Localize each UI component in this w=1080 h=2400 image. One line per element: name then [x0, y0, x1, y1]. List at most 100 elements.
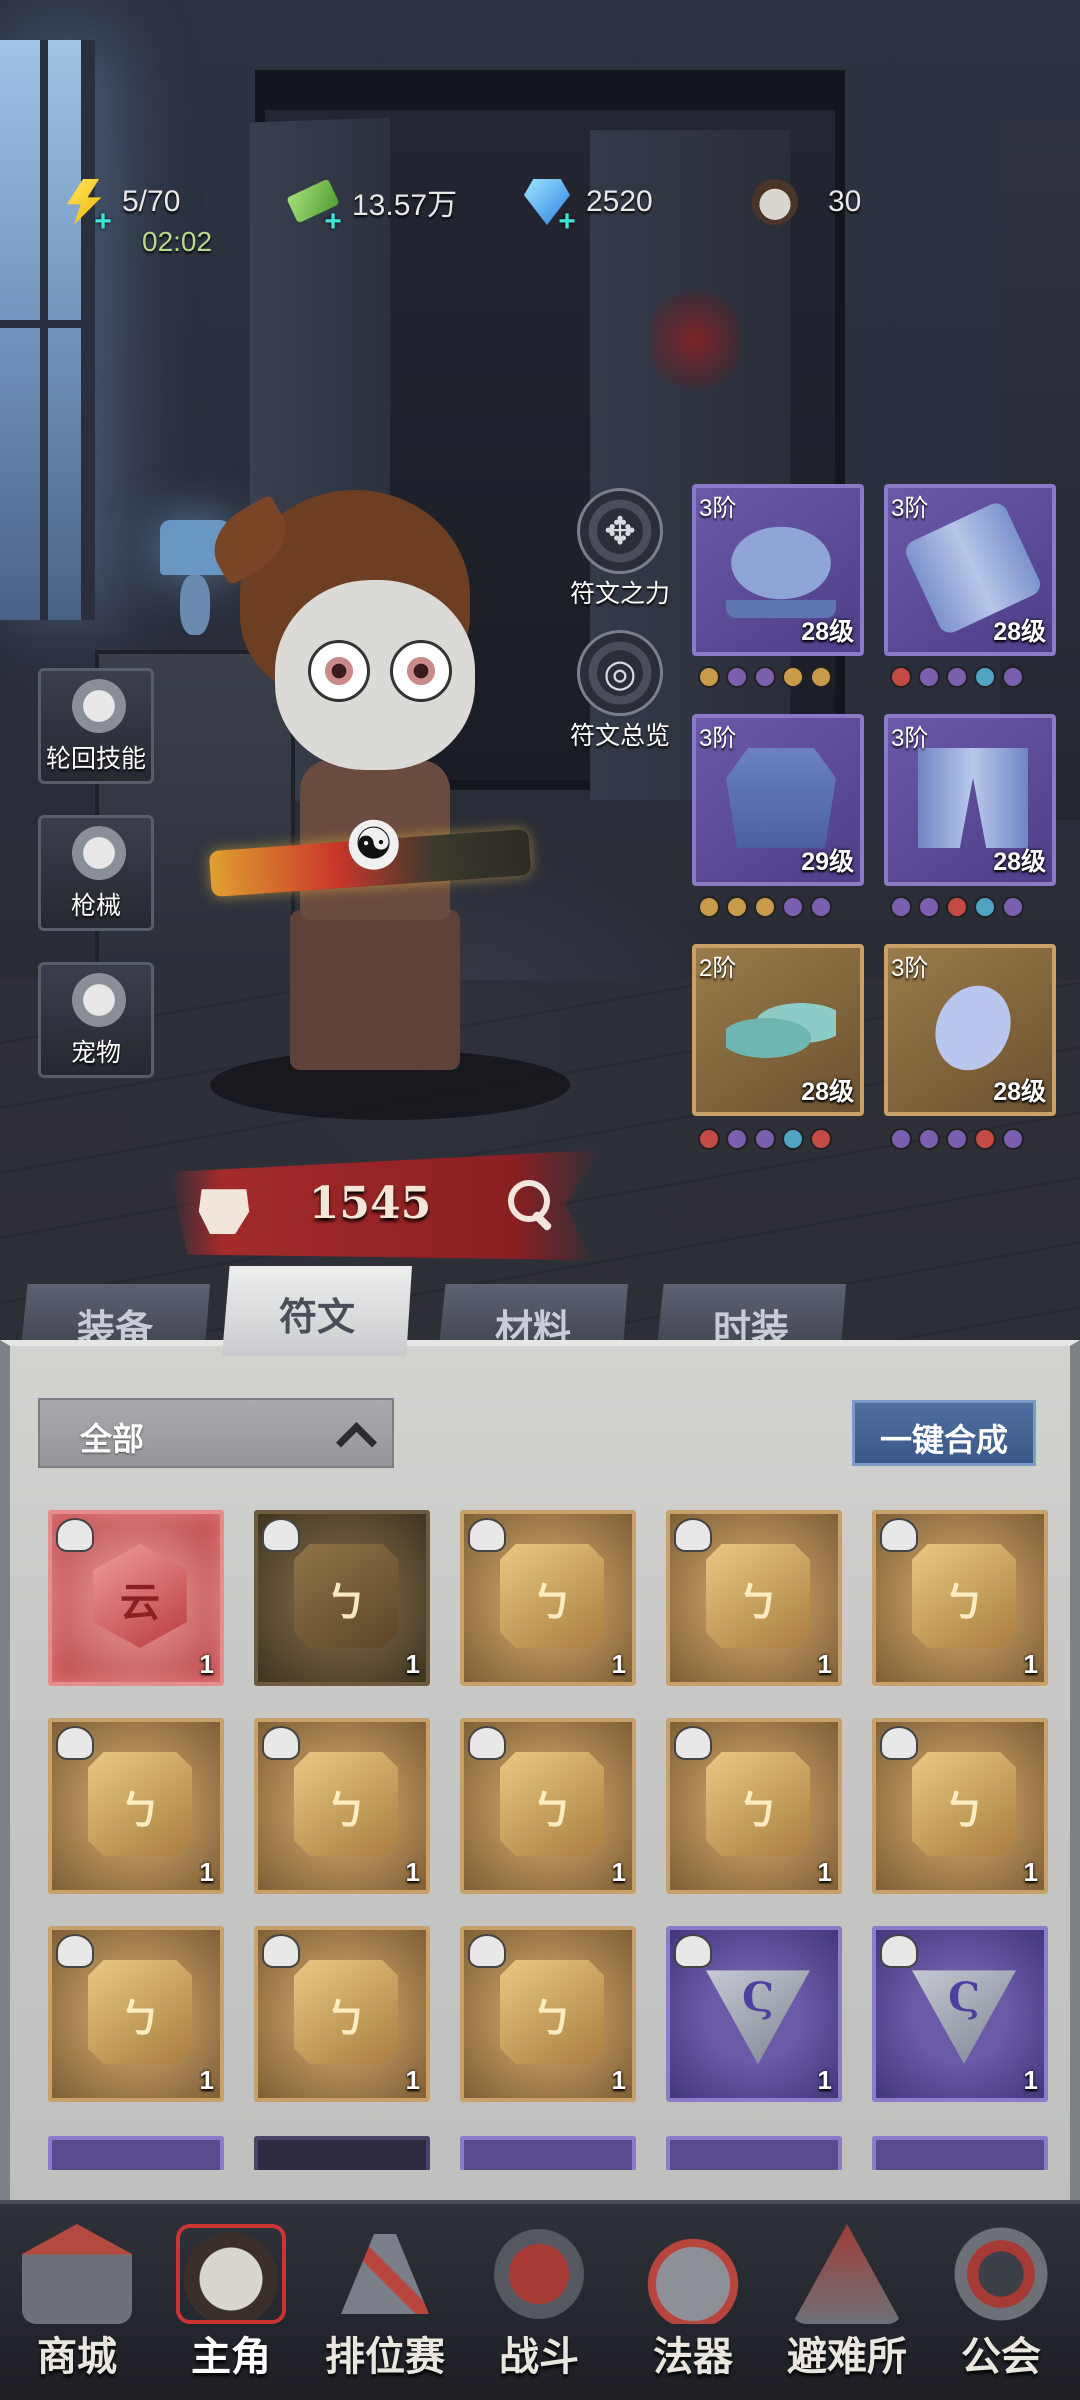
nav-shop[interactable]: 商城 — [2, 2214, 152, 2390]
nav-guild[interactable]: 公会 — [926, 2214, 1076, 2390]
rune-slot[interactable]: ㄅ1 — [460, 1926, 636, 2102]
gem-resource[interactable]: + 2520 — [524, 172, 653, 237]
gem-socket — [890, 666, 912, 688]
energy-resource[interactable]: + 5/70 — [60, 172, 180, 237]
nav-hero-label: 主角 — [191, 2333, 271, 2380]
eye-swirl-icon — [69, 679, 129, 739]
equip-level: 28级 — [993, 1078, 1046, 1106]
equip-slot-pants[interactable]: 3阶 28级 — [884, 714, 1056, 886]
rune-slot[interactable]: ㄅ1 — [872, 1510, 1048, 1686]
rune-slot[interactable]: ㄅ1 — [460, 1510, 636, 1686]
shoes-icon — [726, 978, 836, 1078]
rune-slot[interactable]: ㄅ1 — [48, 1718, 224, 1894]
rune-glyph: ㄅ — [326, 1995, 366, 2042]
rune-glyph: ㄅ — [326, 1787, 366, 1834]
diamond-icon: + — [524, 179, 576, 237]
gem-sockets — [890, 896, 1024, 918]
hero-face-icon — [752, 179, 798, 225]
rune-slot[interactable]: ㄅ1 — [872, 1718, 1048, 1894]
rune-slot-partial[interactable] — [666, 2136, 842, 2170]
add-energy-icon[interactable]: + — [90, 207, 116, 237]
rune-slot[interactable]: ㄅ1 — [254, 1718, 430, 1894]
equip-slot-gloves[interactable]: 3阶 28级 — [884, 944, 1056, 1116]
rune-slot-partial[interactable] — [48, 2136, 224, 2170]
equip-slot-shoes[interactable]: 2阶 28级 — [692, 944, 864, 1116]
gem-value: 2520 — [586, 185, 653, 218]
rune-slot[interactable]: ㄅ1 — [666, 1718, 842, 1894]
equip-tier: 3阶 — [891, 495, 929, 522]
rune-stone-icon: ㄅ — [294, 1544, 398, 1648]
battle-icon — [484, 2224, 594, 2324]
equip-slot-type-icon — [468, 1518, 506, 1552]
equip-slot-type-icon — [262, 1726, 300, 1760]
equip-tier: 2阶 — [699, 955, 737, 982]
rune-slot[interactable]: Ϛ1 — [872, 1926, 1048, 2102]
rune-slot-partial[interactable] — [460, 2136, 636, 2170]
equip-slot-hat[interactable]: 3阶 28级 — [692, 484, 864, 656]
gem-socket — [726, 1128, 748, 1150]
rune-count: 1 — [611, 1649, 626, 1679]
nav-hero[interactable]: 主角 — [156, 2214, 306, 2390]
equip-slot-armguard[interactable]: 3阶 28级 — [884, 484, 1056, 656]
nav-shelter[interactable]: 避难所 — [772, 2214, 922, 2390]
rune-slot[interactable]: ㄅ1 — [254, 1510, 430, 1686]
rune-slot[interactable]: ㄅ1 — [254, 1926, 430, 2102]
rune-overview-label: 符文总览 — [569, 722, 670, 750]
rune-slot[interactable]: ㄅ1 — [48, 1926, 224, 2102]
nav-guild-label: 公会 — [961, 2333, 1041, 2380]
nav-battle[interactable]: 战斗 — [464, 2214, 614, 2390]
equip-level: 28级 — [993, 618, 1046, 646]
ranked-icon — [341, 2234, 429, 2314]
rune-stone-icon: ㄅ — [912, 1544, 1016, 1648]
bloody-handprint — [650, 280, 740, 400]
gem-socket — [974, 896, 996, 918]
equip-tier: 3阶 — [699, 725, 737, 752]
rune-glyph: ㄅ — [120, 1995, 160, 2042]
rune-count: 1 — [611, 2065, 626, 2095]
add-cash-icon[interactable]: + — [320, 207, 346, 237]
pants-icon — [918, 748, 1028, 848]
rune-overview-button[interactable]: ◎ 符文总览 — [560, 630, 680, 750]
rune-slot[interactable]: Ϛ1 — [666, 1926, 842, 2102]
pets-label: 宠物 — [70, 1039, 121, 1067]
rune-power-button[interactable]: ✥ 符文之力 — [560, 488, 680, 608]
gem-socket — [810, 666, 832, 688]
nav-shelter-label: 避难所 — [787, 2333, 907, 2380]
hero-shard-value: 30 — [828, 185, 862, 218]
rune-slot-partial[interactable] — [872, 2136, 1048, 2170]
tab-runes[interactable]: 符文 — [222, 1266, 412, 1356]
equip-slot-coat[interactable]: 3阶 29级 — [692, 714, 864, 886]
firearms-button[interactable]: 枪械 — [38, 815, 154, 931]
add-gems-icon[interactable]: + — [554, 207, 580, 237]
hat-icon — [726, 518, 836, 618]
hero-icon — [176, 2224, 286, 2324]
rune-slot-partial[interactable] — [254, 2136, 430, 2170]
window — [0, 40, 95, 620]
hero-shard-resource[interactable]: 30 — [752, 172, 861, 232]
rune-stone-icon: ㄅ — [88, 1960, 192, 2064]
artifact-icon — [638, 2224, 748, 2324]
equip-slot-type-icon — [468, 1934, 506, 1968]
nav-ranked[interactable]: 排位赛 — [310, 2214, 460, 2390]
equip-slot-type-icon — [262, 1518, 300, 1552]
reincarnation-skill-button[interactable]: 轮回技能 — [38, 668, 154, 784]
gem-socket — [726, 896, 748, 918]
rune-count: 1 — [1023, 1649, 1038, 1679]
equip-level: 28级 — [801, 618, 854, 646]
one-click-merge-button[interactable]: 一键合成 — [852, 1400, 1036, 1466]
rune-glyph: ㄅ — [532, 1787, 572, 1834]
player-character[interactable] — [170, 490, 600, 1130]
pets-button[interactable]: 宠物 — [38, 962, 154, 1078]
gem-socket — [946, 666, 968, 688]
rune-stone-icon: ㄅ — [500, 1544, 604, 1648]
nav-artifact[interactable]: 法器 — [618, 2214, 768, 2390]
cash-resource[interactable]: + 13.57万 — [286, 172, 457, 237]
search-icon[interactable] — [508, 1180, 556, 1228]
filter-dropdown[interactable]: 全部 — [38, 1398, 394, 1468]
gem-socket — [782, 666, 804, 688]
rune-slot[interactable]: ㄅ1 — [460, 1718, 636, 1894]
rune-slot[interactable]: ㄅ1 — [666, 1510, 842, 1686]
rune-slot[interactable]: 云1 — [48, 1510, 224, 1686]
gem-sockets — [890, 666, 1024, 688]
rune-glyph: ㄅ — [120, 1787, 160, 1834]
